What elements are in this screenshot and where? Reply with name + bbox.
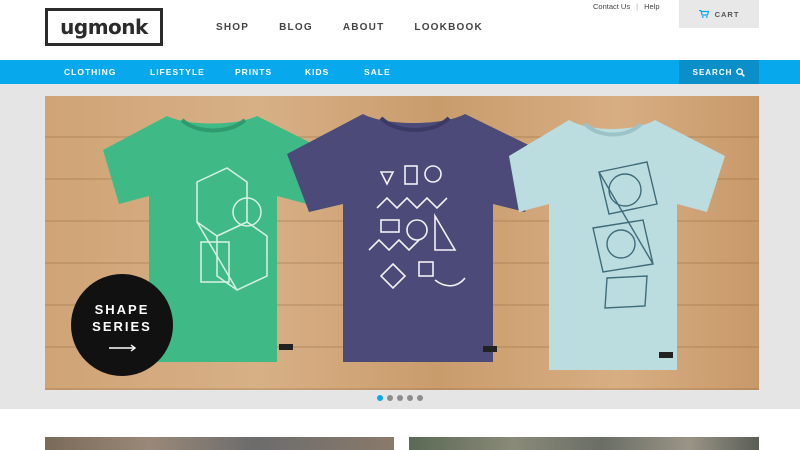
hero-slide[interactable]: SHAPE SERIES [45, 96, 759, 390]
cart-icon [698, 10, 709, 18]
nav-blog-link[interactable]: BLOG [279, 22, 313, 33]
promo-tile-left[interactable] [45, 437, 394, 450]
nav-shop-link[interactable]: SHOP [216, 22, 249, 33]
badge-line-2: SERIES [92, 319, 152, 334]
carousel-dot-4[interactable] [407, 395, 413, 401]
carousel-dots [377, 395, 423, 401]
light-blue-shirt-image [509, 120, 725, 370]
nav-about-link[interactable]: ABOUT [343, 22, 385, 33]
category-kids[interactable]: KIDS [305, 67, 329, 77]
ugmonk-logo[interactable]: ugmonk [45, 8, 163, 46]
category-lifestyle[interactable]: LIFESTYLE [150, 67, 205, 77]
category-clothing[interactable]: CLOTHING [64, 67, 116, 77]
main-nav: SHOP BLOG ABOUT LOOKBOOK [216, 22, 513, 33]
category-prints[interactable]: PRINTS [235, 67, 272, 77]
shape-series-badge[interactable]: SHAPE SERIES [71, 274, 173, 376]
nav-lookbook-link[interactable]: LOOKBOOK [414, 22, 483, 33]
category-sale[interactable]: SALE [364, 67, 391, 77]
promo-tile-right[interactable] [409, 437, 759, 450]
utility-separator: | [636, 2, 639, 11]
carousel-dot-1[interactable] [377, 395, 383, 401]
site-header: ugmonk SHOP BLOG ABOUT LOOKBOOK Contact … [0, 0, 800, 60]
carousel-dot-3[interactable] [397, 395, 403, 401]
carousel-dot-5[interactable] [417, 395, 423, 401]
arrow-right-icon [109, 344, 137, 352]
cart-label: CART [714, 9, 740, 19]
cart-button[interactable]: CART [679, 0, 759, 28]
badge-line-1: SHAPE [94, 302, 150, 317]
help-link[interactable]: Help [644, 2, 659, 11]
search-icon [736, 67, 746, 77]
carousel-dot-2[interactable] [387, 395, 393, 401]
search-label: SEARCH [692, 67, 733, 77]
search-button[interactable]: SEARCH [679, 60, 759, 84]
contact-us-link[interactable]: Contact Us [593, 2, 630, 11]
utility-links: Contact Us | Help [593, 2, 660, 11]
